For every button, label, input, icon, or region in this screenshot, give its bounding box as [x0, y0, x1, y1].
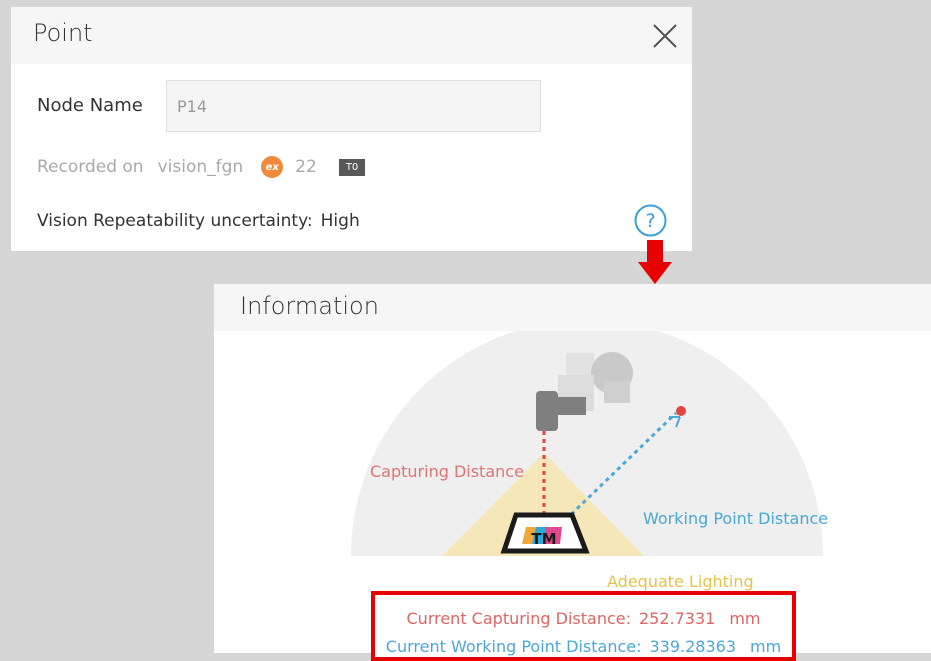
- node-name-input[interactable]: [166, 80, 541, 132]
- help-button[interactable]: ?: [634, 204, 667, 237]
- current-working-value: 339.28363: [649, 637, 737, 656]
- recorded-on-value: vision_fgn: [157, 157, 244, 177]
- vision-repeatability-label: Vision Repeatability uncertainty:: [37, 211, 313, 231]
- information-header: Information: [214, 284, 931, 331]
- current-working-label: Current Working Point Distance:: [385, 637, 642, 656]
- vision-job-icon: ex: [261, 156, 284, 178]
- recorded-on-row: Recorded on vision_fgn ex 22 T0: [37, 155, 366, 179]
- information-panel: Information TM Capturing Distance Workin…: [214, 284, 931, 661]
- node-name-label: Node Name: [37, 95, 143, 116]
- current-capturing-value: 252.7331: [638, 609, 716, 628]
- point-dialog: Point Node Name Recorded on vision_fgn e…: [11, 7, 692, 251]
- svg-text:?: ?: [645, 210, 655, 232]
- close-icon: [653, 24, 677, 48]
- vision-repeatability-value: High: [320, 211, 360, 231]
- tm-logo-text: TM: [531, 530, 556, 548]
- distance-diagram: TM Capturing Distance Working Point Dist…: [214, 320, 931, 631]
- point-dialog-title: Point: [33, 19, 93, 47]
- information-title: Information: [240, 292, 379, 320]
- current-capturing-unit: mm: [729, 609, 761, 628]
- adequate-lighting-label: Adequate Lighting: [607, 572, 754, 591]
- current-working-unit: mm: [750, 637, 782, 656]
- working-point-marker: [676, 406, 686, 416]
- current-working-point-distance: Current Working Point Distance: 339.28363…: [375, 637, 792, 656]
- current-capturing-label: Current Capturing Distance:: [406, 609, 631, 628]
- working-point-distance-label: Working Point Distance: [643, 509, 829, 528]
- vision-job-icon-text: ex: [265, 161, 279, 173]
- capturing-distance-label: Capturing Distance: [370, 462, 524, 481]
- current-distance-readout: Current Capturing Distance: 252.7331 mm Cu…: [371, 591, 796, 661]
- current-capturing-distance: Current Capturing Distance: 252.7331 mm: [375, 609, 792, 628]
- recorded-on-label: Recorded on: [37, 157, 144, 177]
- point-dialog-header: Point: [11, 7, 692, 64]
- job-number: 22: [295, 157, 317, 177]
- vision-repeatability-row: Vision Repeatability uncertainty: High: [37, 211, 360, 231]
- close-button[interactable]: [650, 21, 680, 51]
- diagram-illustration: TM: [351, 320, 823, 556]
- down-arrow-icon: [638, 240, 672, 284]
- help-icon: ?: [634, 204, 667, 237]
- tool-badge: T0: [338, 158, 366, 176]
